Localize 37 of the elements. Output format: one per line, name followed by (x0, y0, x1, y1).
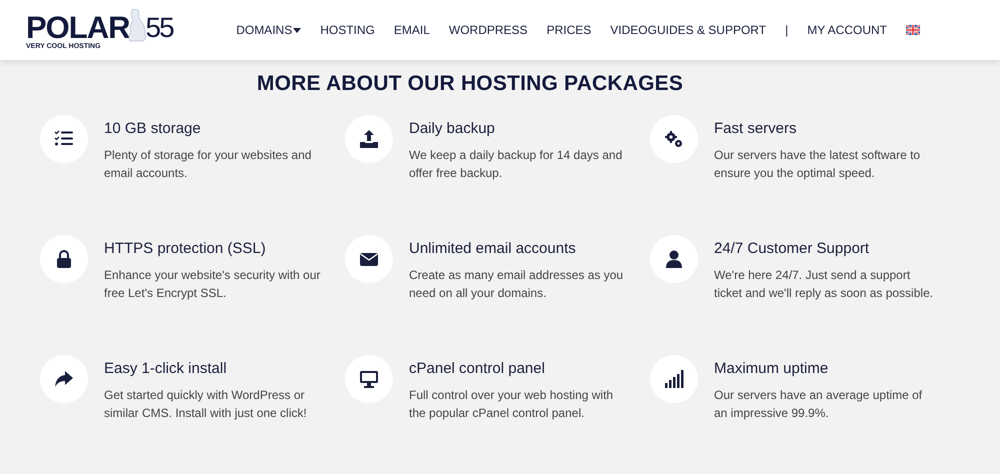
nav-link[interactable]: | (785, 23, 788, 37)
feature-title: cPanel control panel (409, 360, 546, 377)
nav-link[interactable]: DOMAINS (236, 23, 302, 37)
feature-description: Full control over your web hosting with the popular cPanel control panel. (409, 387, 614, 422)
nav-link[interactable]: WORDPRESS (448, 23, 528, 37)
logo-wordmark: POLAR (26, 14, 130, 42)
nav-link[interactable]: MY ACCOUNT (807, 23, 887, 37)
section-heading: MORE ABOUT OUR HOSTING PACKAGES (256, 72, 684, 96)
nav-link[interactable]: EMAIL (394, 23, 430, 37)
feature-title: Daily backup (409, 120, 496, 137)
nav-link[interactable]: VIDEOGUIDES & SUPPORT (610, 23, 766, 37)
signal-bars-icon (664, 369, 684, 389)
feature-description: Enhance your website's security with our free Let's Encrypt SSL. (104, 267, 322, 302)
upload-icon (359, 129, 379, 149)
monitor-icon (359, 369, 379, 389)
share-arrow-icon (54, 369, 74, 389)
feature-title: HTTPS protection (SSL) (104, 240, 267, 257)
feature-title: 24/7 Customer Support (714, 240, 870, 257)
feature-description: Get started quickly with WordPress or similar CMS. Install with just one click! (104, 387, 308, 422)
feature-title: Easy 1-click install (104, 360, 228, 377)
feature-title: Maximum uptime (714, 360, 830, 377)
gears-icon (664, 129, 684, 149)
uk-flag-icon[interactable] (906, 25, 920, 35)
feature-title: 10 GB storage (104, 120, 202, 137)
feature-description: Create as many email addresses as you need on all your domains. (409, 267, 624, 302)
lock-icon (54, 249, 74, 269)
logo-number: 55 (146, 14, 173, 42)
feature-description: Plenty of storage for your websites and email accounts. (104, 147, 312, 182)
feature-title: Unlimited email accounts (409, 240, 577, 257)
feature-description: We keep a daily backup for 14 days and offer free backup. (409, 147, 624, 182)
feature-description: Our servers have an average uptime of an impressive 99.9%. (714, 387, 924, 422)
nav-link[interactable]: PRICES (546, 23, 592, 37)
user-icon (664, 249, 684, 269)
feature-title: Fast servers (714, 120, 798, 137)
nav-link[interactable]: HOSTING (320, 23, 375, 37)
feature-description: We're here 24/7. Just send a support ticket and we'll reply as soon as possible. (714, 267, 934, 302)
feature-description: Our servers have the latest software to ensure you the optimal speed. (714, 147, 922, 182)
